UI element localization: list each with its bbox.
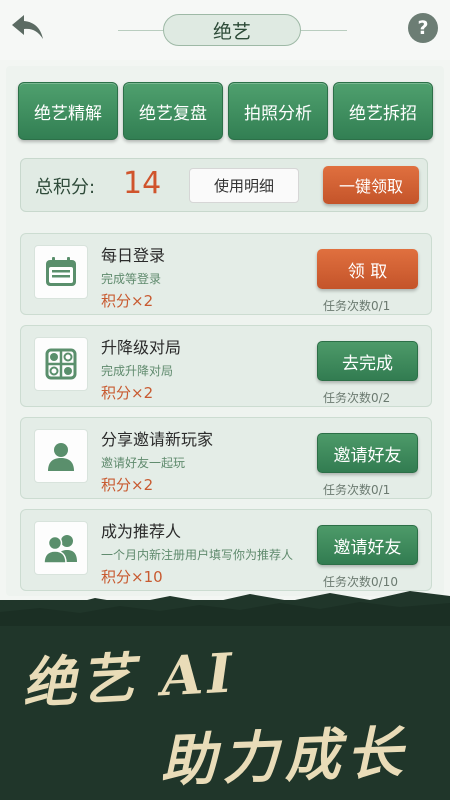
task-title: 分享邀请新玩家 [101, 430, 214, 449]
task-count: 任务次数0/2 [323, 391, 391, 405]
claim-all-button[interactable]: 一键领取 [323, 166, 419, 204]
back-button[interactable] [8, 10, 48, 44]
score-value: 14 [123, 166, 162, 201]
task-count: 任务次数0/1 [323, 483, 391, 497]
invite-friend-button[interactable]: 邀请好友 [317, 433, 418, 473]
task-title: 成为推荐人 [101, 522, 182, 541]
users-icon [43, 535, 77, 564]
invite-friend-button[interactable]: 邀请好友 [317, 525, 418, 565]
score-label: 总积分: [35, 177, 96, 198]
back-arrow-icon [12, 15, 43, 39]
task-icon-box [34, 337, 88, 391]
task-points: 积分×2 [101, 384, 154, 402]
tool-button-review[interactable]: 绝艺复盘 [123, 82, 223, 140]
task-description: 完成升降对局 [101, 364, 174, 378]
task-points: 积分×2 [101, 476, 154, 494]
title-divider-left [118, 30, 164, 31]
claim-button[interactable]: 领 取 [317, 249, 418, 289]
go-complete-button[interactable]: 去完成 [317, 341, 418, 381]
brush-stroke-edge [0, 591, 450, 626]
task-card-invite-player: 分享邀请新玩家 邀请好友一起玩 积分×2 邀请好友 任务次数0/1 [20, 417, 432, 499]
header-bar: 绝艺 ? [0, 0, 450, 60]
score-box: 总积分: 14 使用明细 一键领取 [20, 158, 428, 212]
calendar-icon [46, 257, 76, 286]
banner-slogan-line2: 助力成长 [159, 719, 410, 795]
usage-detail-button[interactable]: 使用明细 [189, 168, 299, 203]
user-icon [48, 443, 74, 471]
task-description: 邀请好友一起玩 [101, 456, 186, 470]
task-title: 每日登录 [101, 246, 166, 265]
task-card-ranked-game: 升降级对局 完成升降对局 积分×2 去完成 任务次数0/2 [20, 325, 432, 407]
task-points: 积分×2 [101, 292, 154, 310]
task-icon-box [34, 245, 88, 299]
tool-button-analysis[interactable]: 绝艺精解 [18, 82, 118, 140]
task-description: 一个月内新注册用户填写你为推荐人 [101, 548, 294, 562]
task-card-daily-login: 每日登录 完成等登录 积分×2 领 取 任务次数0/1 [20, 233, 432, 315]
title-divider-right [301, 30, 347, 31]
page-title: 绝艺 [163, 14, 301, 46]
tool-button-photo[interactable]: 拍照分析 [228, 82, 328, 140]
task-title: 升降级对局 [101, 338, 182, 357]
help-icon[interactable]: ? [408, 13, 438, 43]
task-icon-box [34, 521, 88, 575]
task-count: 任务次数0/1 [323, 299, 391, 313]
task-icon-box [34, 429, 88, 483]
banner-slogan-line1: 绝艺 AI [20, 640, 238, 716]
task-description: 完成等登录 [101, 272, 162, 286]
tool-button-moves[interactable]: 绝艺拆招 [333, 82, 433, 140]
go-board-icon [45, 348, 77, 380]
